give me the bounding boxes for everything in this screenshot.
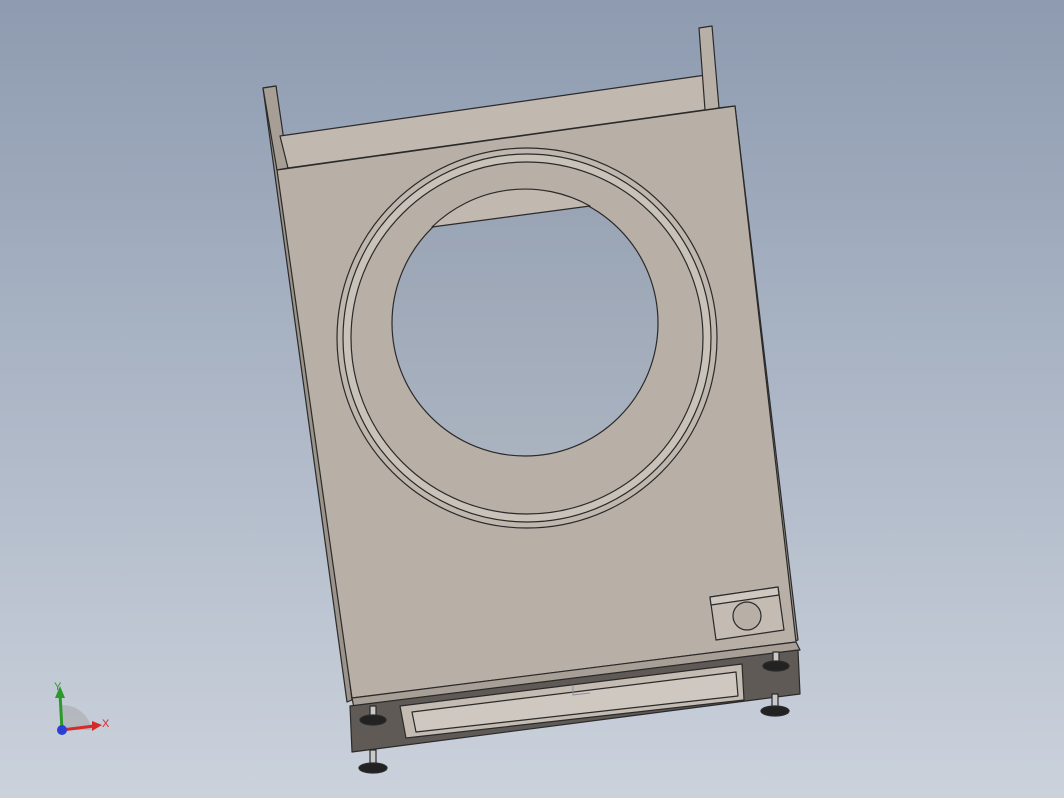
access-hole — [732, 601, 762, 631]
triad-y-label: Y — [54, 681, 62, 693]
central-opening — [391, 189, 659, 457]
triad-x-label: X — [102, 718, 110, 730]
triad-z-origin — [57, 725, 67, 735]
model-canvas[interactable]: Y X — [0, 0, 1064, 798]
graphics-viewport[interactable]: Y X — [0, 0, 1064, 798]
triad-y-axis — [58, 693, 64, 731]
enclosure-model[interactable] — [262, 25, 801, 774]
